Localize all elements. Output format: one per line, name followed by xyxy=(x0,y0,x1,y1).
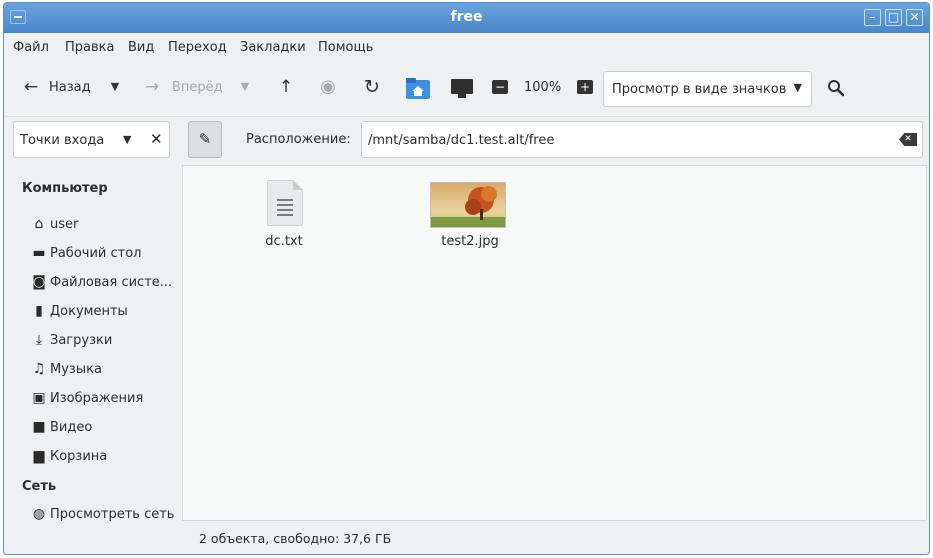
file-view[interactable]: dc.txt test2.jpg xyxy=(182,165,927,521)
sidebar-item-label: Музыка xyxy=(50,362,102,377)
chevron-down-icon: ▼ xyxy=(793,81,802,94)
edit-location-button[interactable]: ✎ xyxy=(188,121,222,158)
sidebar-item-user[interactable]: ⌂ user xyxy=(30,214,178,236)
stop-icon[interactable]: ◉ xyxy=(318,77,338,97)
menu-view[interactable]: Вид xyxy=(128,40,154,55)
toolbar: ← Назад ▼ → Вперёд ▼ ↑ ◉ ↻ − 100% + Прос… xyxy=(4,59,929,117)
sidebar-item-label: Корзина xyxy=(50,449,108,464)
menu-help[interactable]: Помощь xyxy=(318,40,373,55)
sidebar-item-label: Файловая систе... xyxy=(50,275,173,290)
sidebar-item-label: Рабочий стол xyxy=(50,246,142,261)
minimize-button[interactable]: – xyxy=(864,9,881,26)
desktop-icon: ▬ xyxy=(32,245,46,261)
zoom-level: 100% xyxy=(524,80,562,95)
sidebar-item-trash[interactable]: ▆ Корзина xyxy=(30,446,178,468)
image-thumbnail xyxy=(430,182,506,228)
forward-history-dropdown-icon[interactable]: ▼ xyxy=(236,77,254,97)
home-folder-icon[interactable] xyxy=(406,78,430,100)
sidebar-header-computer: Компьютер xyxy=(22,181,108,196)
side-pane-mode-select[interactable]: Точки входа ▼ ✕ xyxy=(13,121,170,158)
forward-button[interactable]: Вперёд xyxy=(172,80,223,95)
file-manager-window: free – □ ✕ Файл Правка Вид Переход Закла… xyxy=(3,2,930,555)
search-icon[interactable] xyxy=(827,79,845,97)
title-bar[interactable]: free – □ ✕ xyxy=(4,3,929,33)
video-icon: ■ xyxy=(32,419,46,435)
computer-icon[interactable] xyxy=(450,78,474,100)
menu-bar: Файл Правка Вид Переход Закладки Помощь xyxy=(4,33,929,59)
sidebar-item-label: user xyxy=(50,217,79,232)
location-path: /mnt/samba/dc1.test.alt/free xyxy=(368,133,555,148)
location-label: Расположение: xyxy=(246,132,351,147)
sidebar-item-music[interactable]: ♫ Музыка xyxy=(30,359,178,381)
back-history-dropdown-icon[interactable]: ▼ xyxy=(106,77,124,97)
file-name: dc.txt xyxy=(265,234,303,249)
sidebar-item-label: Изображения xyxy=(50,391,144,406)
close-side-pane-icon[interactable]: ✕ xyxy=(150,130,163,148)
sidebar-item-label: Видео xyxy=(50,420,93,435)
location-bar: Точки входа ▼ ✕ ✎ Расположение: /mnt/sam… xyxy=(4,117,929,165)
sidebar: Компьютер ⌂ user ▬ Рабочий стол ◙ Файлов… xyxy=(4,165,179,554)
documents-icon: ▮ xyxy=(35,303,43,319)
trash-icon: ▆ xyxy=(33,448,45,464)
filesystem-icon: ◙ xyxy=(32,274,46,290)
home-icon: ⌂ xyxy=(34,216,44,232)
zoom-in-icon[interactable]: + xyxy=(577,80,593,94)
sidebar-item-label: Документы xyxy=(50,304,128,319)
view-mode-select[interactable]: Просмотр в виде значков ▼ xyxy=(603,71,812,107)
sidebar-item-label: Загрузки xyxy=(50,333,113,348)
side-pane-mode-label: Точки входа xyxy=(20,133,105,148)
reload-icon[interactable]: ↻ xyxy=(361,77,383,97)
menu-go[interactable]: Переход xyxy=(168,40,227,55)
menu-bookmarks[interactable]: Закладки xyxy=(240,40,306,55)
zoom-out-icon[interactable]: − xyxy=(492,80,508,94)
sidebar-item-video[interactable]: ■ Видео xyxy=(30,417,178,439)
view-mode-label: Просмотр в виде значков xyxy=(612,82,787,97)
back-button[interactable]: Назад xyxy=(49,80,91,95)
status-text: 2 объекта, свободно: 37,6 ГБ xyxy=(199,531,392,546)
menu-edit[interactable]: Правка xyxy=(65,40,114,55)
sidebar-header-network: Сеть xyxy=(22,479,57,494)
sidebar-item-documents[interactable]: ▮ Документы xyxy=(30,301,178,323)
close-button[interactable]: ✕ xyxy=(906,9,923,26)
maximize-button[interactable]: □ xyxy=(885,9,902,26)
music-icon: ♫ xyxy=(32,361,46,377)
forward-arrow-icon[interactable]: → xyxy=(142,77,162,97)
window-title: free xyxy=(450,9,483,25)
sidebar-item-filesystem[interactable]: ◙ Файловая систе... xyxy=(30,272,178,294)
sidebar-item-desktop[interactable]: ▬ Рабочий стол xyxy=(30,243,178,265)
downloads-icon: ⤓ xyxy=(35,332,43,348)
menu-file[interactable]: Файл xyxy=(13,40,49,55)
status-bar: 2 объекта, свободно: 37,6 ГБ xyxy=(182,521,927,553)
pictures-icon: ▣ xyxy=(32,390,46,406)
sidebar-item-browse-network[interactable]: ◍ Просмотреть сеть xyxy=(30,504,178,526)
text-file-icon xyxy=(267,180,303,226)
up-arrow-icon[interactable]: ↑ xyxy=(276,77,296,97)
pencil-icon: ✎ xyxy=(198,130,212,148)
back-arrow-icon[interactable]: ← xyxy=(21,77,41,97)
sidebar-item-downloads[interactable]: ⤓ Загрузки xyxy=(30,330,178,352)
clear-location-icon[interactable]: ✕ xyxy=(899,133,917,146)
chevron-down-icon: ▼ xyxy=(123,133,132,146)
network-icon: ◍ xyxy=(32,506,46,522)
location-input[interactable]: /mnt/samba/dc1.test.alt/free ✕ xyxy=(361,121,923,158)
file-name: test2.jpg xyxy=(441,234,499,249)
sidebar-item-pictures[interactable]: ▣ Изображения xyxy=(30,388,178,410)
sidebar-item-label: Просмотреть сеть xyxy=(50,507,175,522)
